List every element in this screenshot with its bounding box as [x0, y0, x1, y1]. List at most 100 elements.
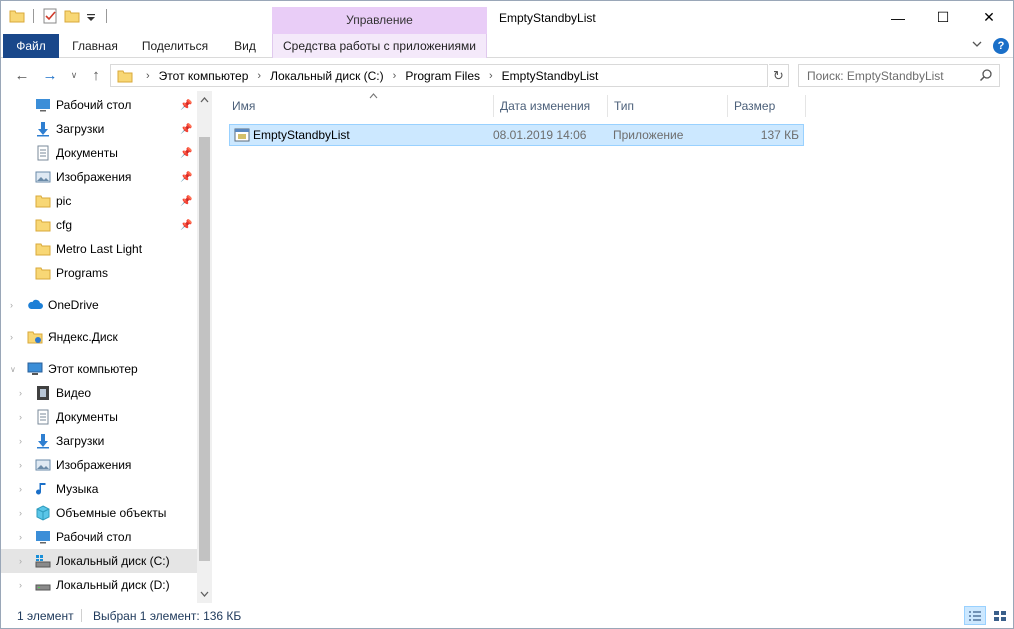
3d-objects-icon	[36, 505, 50, 521]
back-arrow-icon: ←	[14, 66, 30, 84]
close-icon: ✕	[983, 9, 995, 25]
expand-icon[interactable]: ›	[19, 556, 22, 566]
recent-locations-button[interactable]: ∨	[67, 65, 81, 85]
collapse-icon[interactable]: ∨	[10, 365, 16, 374]
column-header-size[interactable]: Размер	[727, 95, 805, 117]
expand-icon[interactable]: ›	[19, 412, 22, 422]
tab-file[interactable]: Файл	[3, 34, 59, 58]
expand-icon[interactable]: ›	[19, 580, 22, 590]
search-placeholder: Поиск: EmptyStandbyList	[807, 69, 944, 83]
sidebar-item-music[interactable]: › Музыка	[1, 477, 197, 501]
sidebar-item-label: Изображения	[56, 170, 132, 184]
scroll-down-icon[interactable]	[200, 591, 209, 597]
sidebar-item-pc-pictures[interactable]: › Изображения	[1, 453, 197, 477]
sidebar-item-label: OneDrive	[48, 298, 99, 312]
sidebar-item-pc-documents[interactable]: › Документы	[1, 405, 197, 429]
search-icon	[979, 69, 992, 82]
column-header-label: Имя	[232, 99, 256, 113]
expand-icon[interactable]: ›	[19, 484, 22, 494]
scroll-up-icon[interactable]	[200, 97, 209, 103]
status-divider	[81, 609, 82, 622]
chevron-down-icon[interactable]	[971, 38, 983, 50]
sidebar-item-label: Изображения	[56, 458, 132, 472]
forward-button[interactable]: →	[39, 65, 61, 85]
expand-icon[interactable]: ›	[10, 332, 13, 342]
sort-ascending-icon	[369, 93, 378, 99]
expand-icon[interactable]: ›	[10, 300, 13, 310]
context-group-label: Управление	[272, 7, 487, 34]
table-row[interactable]: EmptyStandbyList 08.01.2019 14:06 Прилож…	[229, 124, 804, 146]
yandex-disk-icon	[27, 331, 43, 344]
forward-arrow-icon: →	[42, 66, 58, 84]
toolbar-divider	[33, 9, 34, 23]
new-folder-icon[interactable]	[64, 8, 80, 24]
sidebar-item-3d-objects[interactable]: › Объемные объекты	[1, 501, 197, 525]
sidebar-item-pc-downloads[interactable]: › Загрузки	[1, 429, 197, 453]
sidebar-item-pc-desktop[interactable]: › Рабочий стол	[1, 525, 197, 549]
tab-share[interactable]: Поделиться	[135, 34, 215, 58]
breadcrumb-drive-c[interactable]: Локальный диск (C:)	[270, 69, 384, 83]
sidebar-item-label: Локальный диск (D:)	[56, 578, 170, 592]
nav-pane-scrollbar[interactable]	[197, 91, 212, 603]
minimize-button[interactable]: —	[875, 1, 921, 34]
sidebar-item-pictures[interactable]: Изображения 📌	[1, 165, 197, 189]
sidebar-item-drive-c[interactable]: › Локальный диск (C:)	[1, 549, 197, 573]
tab-home[interactable]: Главная	[63, 34, 127, 58]
breadcrumb: › Этот компьютер › Локальный диск (C:) ›…	[111, 68, 598, 84]
customize-toolbar-icon[interactable]	[86, 8, 96, 24]
sidebar-item-cfg[interactable]: cfg 📌	[1, 213, 197, 237]
pin-icon: 📌	[180, 147, 193, 159]
properties-icon[interactable]	[42, 8, 58, 24]
help-button[interactable]: ?	[993, 38, 1009, 54]
breadcrumb-program-files[interactable]: Program Files	[405, 69, 480, 83]
file-date: 08.01.2019 14:06	[493, 128, 587, 142]
expand-icon[interactable]: ›	[19, 532, 22, 542]
column-header-date[interactable]: Дата изменения	[493, 95, 613, 117]
up-button[interactable]: ↑	[85, 65, 107, 85]
tab-view[interactable]: Вид	[223, 34, 267, 58]
sidebar-item-documents[interactable]: Документы 📌	[1, 141, 197, 165]
sidebar-item-videos[interactable]: › Видео	[1, 381, 197, 405]
sidebar-item-yandex-disk[interactable]: › Яндекс.Диск	[1, 325, 197, 349]
sidebar-item-desktop[interactable]: Рабочий стол 📌	[1, 93, 197, 117]
title-bar: Управление EmptyStandbyList — ☐ ✕	[1, 1, 1013, 34]
column-header-name[interactable]: Имя	[232, 93, 488, 117]
expand-icon[interactable]: ›	[19, 460, 22, 470]
tab-app-tools[interactable]: Средства работы с приложениями	[272, 34, 487, 58]
sidebar-item-drive-d[interactable]: › Локальный диск (D:)	[1, 573, 197, 597]
sidebar-item-label: Загрузки	[56, 122, 105, 136]
expand-icon[interactable]: ›	[19, 508, 22, 518]
close-button[interactable]: ✕	[966, 1, 1012, 34]
sidebar-item-downloads[interactable]: Загрузки 📌	[1, 117, 197, 141]
quick-access-toolbar	[9, 8, 107, 24]
large-icons-view-button[interactable]	[989, 606, 1011, 625]
expand-icon[interactable]: ›	[19, 388, 22, 398]
window-title: EmptyStandbyList	[499, 11, 596, 25]
column-header-type[interactable]: Тип	[607, 95, 727, 117]
sidebar-item-this-pc[interactable]: ∨ Этот компьютер	[1, 357, 197, 381]
maximize-button[interactable]: ☐	[920, 1, 966, 34]
breadcrumb-separator[interactable]: ›	[257, 70, 261, 82]
folder-icon	[35, 195, 51, 208]
sidebar-item-metro-last-light[interactable]: Metro Last Light	[1, 237, 197, 261]
back-button[interactable]: ←	[11, 65, 33, 85]
breadcrumb-current-folder[interactable]: EmptyStandbyList	[502, 69, 599, 83]
refresh-button[interactable]: ↻	[769, 64, 789, 87]
sidebar-item-pic[interactable]: pic 📌	[1, 189, 197, 213]
scrollbar-thumb[interactable]	[199, 137, 210, 561]
sidebar-item-programs[interactable]: Programs	[1, 261, 197, 285]
sidebar-item-onedrive[interactable]: › OneDrive	[1, 293, 197, 317]
search-box[interactable]: Поиск: EmptyStandbyList	[798, 64, 1000, 87]
breadcrumb-separator[interactable]: ›	[489, 70, 493, 82]
breadcrumb-separator[interactable]: ›	[393, 70, 397, 82]
downloads-icon	[37, 122, 49, 137]
breadcrumb-this-pc[interactable]: Этот компьютер	[159, 69, 249, 83]
sidebar-item-label: Programs	[56, 266, 109, 280]
details-view-button[interactable]	[964, 606, 986, 625]
computer-icon	[27, 362, 43, 375]
minimize-icon: —	[891, 9, 905, 26]
status-bar: 1 элемент Выбран 1 элемент: 136 КБ	[1, 603, 1013, 628]
expand-icon[interactable]: ›	[19, 436, 22, 446]
chevron-down-icon: ∨	[70, 69, 78, 80]
address-bar[interactable]: › Этот компьютер › Локальный диск (C:) ›…	[110, 64, 866, 87]
